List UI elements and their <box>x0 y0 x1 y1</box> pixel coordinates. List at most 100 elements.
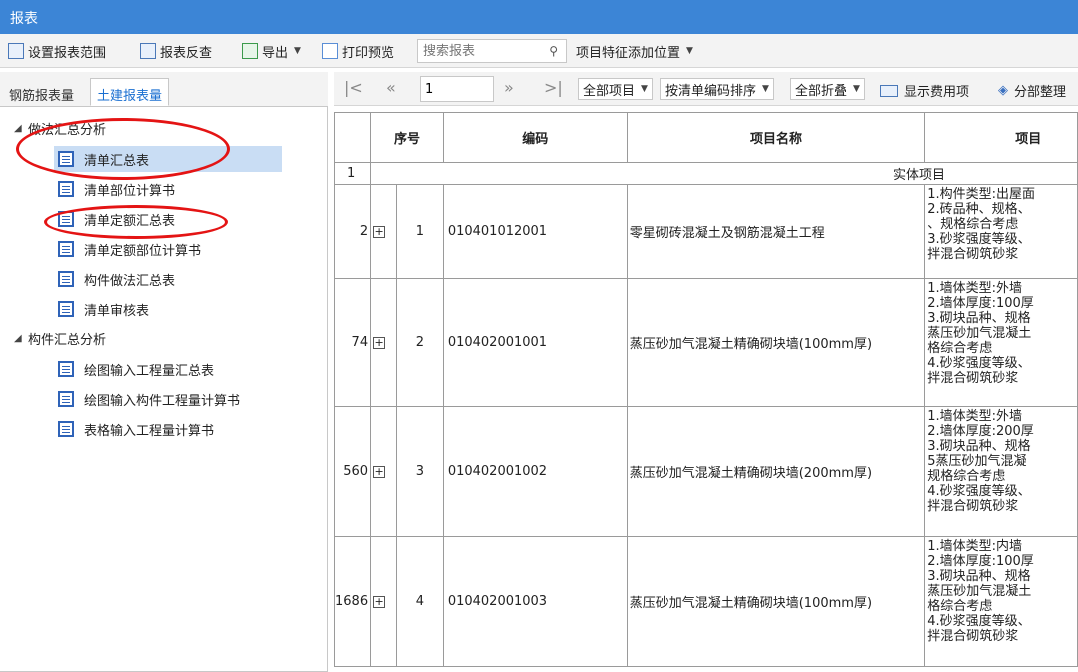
feature-line: 2.墙体厚度:200厚 <box>927 424 1034 439</box>
name-cell: 零星砌砖混凝土及钢筋混凝土工程 <box>626 184 926 279</box>
tree-item-bill-location-calc[interactable]: 清单部位计算书 <box>58 176 175 202</box>
search-icon[interactable]: ⚲ <box>549 44 558 58</box>
report-range-icon <box>8 43 24 59</box>
report-doc-icon <box>58 241 74 257</box>
tree-item-component-method-summary[interactable]: 构件做法汇总表 <box>58 266 175 292</box>
collapse-triangle-icon[interactable]: ◢ <box>14 333 28 344</box>
table-row[interactable]: 74 +2 010402001001 蒸压砂加气混凝土精确砌块墙(100mm厚) 1.墙… <box>334 278 1078 407</box>
expand-plus-icon[interactable]: + <box>373 595 386 608</box>
feature-line: 1.墙体类型:外墙 <box>927 409 1022 424</box>
chevron-down-icon: ▼ <box>762 84 769 94</box>
tree-item-label: 构件做法汇总表 <box>84 273 176 289</box>
seq-cell: 1 <box>396 184 444 279</box>
code-cell: 010401012001 <box>442 184 628 279</box>
tree-item-label: 绘图输入工程量汇总表 <box>84 363 215 379</box>
header-code[interactable]: 编码 <box>442 112 628 163</box>
header-feature[interactable]: 项目 <box>924 112 1078 163</box>
chevron-down-icon: ▼ <box>641 84 648 94</box>
all-items-dropdown[interactable]: 全部项目 ▼ <box>578 78 653 100</box>
report-search-input[interactable] <box>418 40 538 62</box>
chevron-down-icon: ▼ <box>294 46 301 56</box>
header-name[interactable]: 项目名称 <box>626 112 926 163</box>
tree-item-bill-quota-location-calc[interactable]: 清单定额部位计算书 <box>58 236 201 262</box>
feature-line: 4.砂浆强度等级、 <box>927 484 1031 499</box>
seq-cell: 2 <box>396 278 444 407</box>
report-doc-icon <box>58 181 74 197</box>
reverse-check-icon <box>140 43 156 59</box>
tree-item-drawing-component-calc[interactable]: 绘图输入构件工程量计算书 <box>58 386 240 412</box>
name-cell: 蒸压砂加气混凝土精确砌块墙(100mm厚) <box>626 278 926 407</box>
feature-line: 拌混合砌筑砂浆 <box>927 371 1019 386</box>
tree-item-label: 清单部位计算书 <box>84 183 176 199</box>
show-fee-button[interactable]: 显示费用项 <box>880 81 969 100</box>
export-button[interactable]: 导出 ▼ <box>242 41 301 61</box>
print-preview-icon <box>322 43 338 59</box>
feature-line: 3.砌块品种、规格 <box>927 569 1031 584</box>
report-reverse-check-button[interactable]: 报表反查 <box>140 41 212 61</box>
report-nav-bar: |< « » >| 全部项目 ▼ 按清单编码排序 ▼ 全部折叠 ▼ 显示费用项 … <box>334 72 1078 106</box>
export-label: 导出 <box>262 45 289 61</box>
fee-icon <box>880 84 898 97</box>
feature-line: 1.墙体类型:内墙 <box>927 539 1022 554</box>
feature-cell: 1.墙体类型:外墙 2.墙体厚度:100厚 3.砌块品种、规格 蒸压砂加气混凝土 格综合… <box>924 278 1078 407</box>
set-report-range-button[interactable]: 设置报表范围 <box>8 41 106 61</box>
feature-line: 拌混合砌筑砂浆 <box>927 499 1019 514</box>
tree-item-bill-quota-summary[interactable]: 清单定额汇总表 <box>58 206 175 232</box>
first-page-icon[interactable]: |< <box>344 78 363 97</box>
tree-item-label: 清单定额汇总表 <box>84 213 176 229</box>
previous-page-icon[interactable]: « <box>386 78 396 97</box>
header-seq[interactable]: 序号 <box>370 112 444 163</box>
table-corner-cell <box>334 112 372 163</box>
tree-item-label: 清单审核表 <box>84 303 150 319</box>
tab-rebar-report[interactable]: 钢筋报表量 <box>2 78 81 106</box>
sort-dropdown[interactable]: 按清单编码排序 ▼ <box>660 78 774 100</box>
expand-plus-icon[interactable]: + <box>373 336 386 349</box>
print-preview-button[interactable]: 打印预览 <box>322 41 394 61</box>
page-number-input[interactable] <box>420 76 494 102</box>
feature-position-dropdown[interactable]: 项目特征添加位置 ▼ <box>576 41 693 61</box>
tab-civil-report[interactable]: 土建报表量 <box>90 78 170 106</box>
tree-item-label: 绘图输入构件工程量计算书 <box>84 393 241 409</box>
tree-item-bill-summary[interactable]: 清单汇总表 <box>54 146 282 172</box>
tree-group-method-summary[interactable]: ◢ 做法汇总分析 <box>14 115 106 141</box>
report-type-tabs: 钢筋报表量 土建报表量 <box>0 72 328 106</box>
expand-plus-icon[interactable]: + <box>373 465 386 478</box>
feature-line: 2.墙体厚度:100厚 <box>927 554 1034 569</box>
table-row[interactable]: 560 +3 010402001002 蒸压砂加气混凝土精确砌块墙(200mm厚) 1.… <box>334 406 1078 537</box>
table-row[interactable]: 2 +1 010401012001 零星砌砖混凝土及钢筋混凝土工程 1.构件类型:出屋面… <box>334 184 1078 279</box>
feature-line: 拌混合砌筑砂浆 <box>927 247 1019 262</box>
feature-line: 规格综合考虑 <box>927 469 1006 484</box>
report-doc-icon <box>58 361 74 377</box>
next-page-icon[interactable]: » <box>504 78 514 97</box>
collapse-triangle-icon[interactable]: ◢ <box>14 123 28 134</box>
section-row[interactable]: 1 实体项目 <box>334 162 1078 185</box>
tree-group-component-summary[interactable]: ◢ 构件汇总分析 <box>14 325 106 351</box>
tree-item-bill-review[interactable]: 清单审核表 <box>58 296 149 322</box>
section-label: 实体项目 <box>370 162 1078 185</box>
feature-line: 3.砌块品种、规格 <box>927 311 1031 326</box>
expand-plus-icon[interactable]: + <box>373 225 386 238</box>
table-header-row: 序号 编码 项目名称 项目 <box>334 112 1078 163</box>
report-doc-icon <box>58 391 74 407</box>
print-preview-label: 打印预览 <box>342 45 395 61</box>
feature-line: 格综合考虑 <box>927 341 993 356</box>
fold-label: 全部折叠 <box>795 83 848 99</box>
section-arrange-button[interactable]: ◈ 分部整理 <box>998 81 1066 100</box>
last-page-icon[interactable]: >| <box>544 78 563 97</box>
feature-line: 1.墙体类型:外墙 <box>927 281 1022 296</box>
table-row[interactable]: 1686 +4 010402001003 蒸压砂加气混凝土精确砌块墙(100mm厚) 1… <box>334 536 1078 667</box>
row-number: 1686 <box>334 536 372 667</box>
feature-cell: 1.墙体类型:外墙 2.墙体厚度:200厚 3.砌块品种、规格 5蒸压砂加气混凝 规格综… <box>924 406 1078 537</box>
expand-cell: + <box>370 536 397 667</box>
tree-item-label: 清单汇总表 <box>84 153 150 169</box>
main-toolbar: 设置报表范围 报表反查 导出 ▼ 打印预览 ⚲ 项目特征添加位置 ▼ <box>0 34 1078 68</box>
report-table: 序号 编码 项目名称 项目 1 实体项目 2 +1 010401012001 零星砌砖… <box>334 112 1078 667</box>
code-cell: 010402001002 <box>442 406 628 537</box>
tree-item-table-input-calc[interactable]: 表格输入工程量计算书 <box>58 416 214 442</box>
feature-line: 2.砖品种、规格、 <box>927 202 1031 217</box>
report-doc-icon <box>58 271 74 287</box>
report-reverse-check-label: 报表反查 <box>160 45 213 61</box>
fold-dropdown[interactable]: 全部折叠 ▼ <box>790 78 865 100</box>
report-grid: 序号 编码 项目名称 项目 1 实体项目 2 +1 010401012001 零星砌砖… <box>334 112 1078 672</box>
tree-item-drawing-input-summary[interactable]: 绘图输入工程量汇总表 <box>58 356 214 382</box>
